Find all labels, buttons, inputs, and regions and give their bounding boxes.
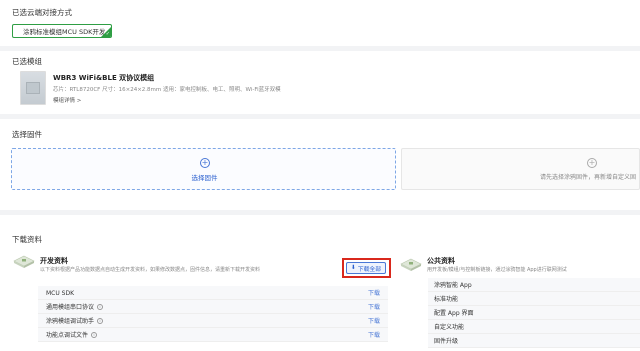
dev-docs-icon	[13, 255, 35, 268]
cloud-option-label: 涂鸦标准模组MCU SDK开发	[23, 28, 106, 36]
row-name: 功能点调试文件	[46, 332, 89, 339]
row-name: MCU SDK	[46, 289, 75, 297]
checkmark-icon: ✓	[105, 31, 110, 37]
public-docs-desc: 用开发板/模组/与控制板链接，通过涂鸦智能 App进行联网测试	[427, 267, 567, 273]
custom-firmware-hint: 请先选择涂鸦固件，再新增自定义固	[540, 174, 637, 181]
firmware-section-title: 选择固件	[12, 130, 42, 139]
public-row-app[interactable]: 涂鸦智能 App	[428, 278, 640, 292]
row-name: 涂鸦智能 App	[434, 282, 472, 289]
download-link[interactable]: 下载	[368, 302, 380, 311]
dev-row-debug-file: 功能点调试文件 i 下载	[38, 328, 388, 342]
row-name: 固件升级	[434, 338, 459, 345]
module-name: WBR3 WiFi&BLE 双协议模组	[53, 74, 155, 82]
plus-circle-icon: +	[200, 158, 210, 168]
public-row-firmware-upgrade[interactable]: 固件升级	[428, 334, 640, 348]
cloud-section-title: 已选云端对接方式	[12, 8, 72, 17]
row-name: 标准功能	[434, 296, 459, 303]
dev-row-serial-protocol: 通用模组串口协议 i 下载	[38, 300, 388, 314]
module-detail-link[interactable]: 模组详情 >	[53, 96, 81, 104]
public-row-custom-functions[interactable]: 自定义功能	[428, 320, 640, 334]
chip-icon	[26, 82, 40, 94]
dev-docs-title: 开发资料	[40, 257, 68, 265]
download-section-title: 下载资料	[12, 235, 42, 244]
download-link[interactable]: 下载	[368, 288, 380, 297]
row-name: 自定义功能	[434, 324, 465, 331]
public-docs-icon	[400, 258, 422, 271]
select-firmware-card[interactable]: + 选择固件	[11, 148, 396, 190]
plus-circle-icon: +	[587, 158, 597, 168]
highlight-annotation	[342, 258, 391, 278]
module-section-title: 已选模组	[12, 57, 42, 66]
section-divider	[0, 46, 640, 51]
row-name: 配置 App 界面	[434, 310, 474, 317]
module-image	[20, 71, 46, 105]
custom-firmware-card-disabled: + 请先选择涂鸦固件，再新增自定义固	[401, 148, 640, 190]
section-divider	[0, 210, 640, 215]
download-link[interactable]: 下载	[368, 316, 380, 325]
info-icon[interactable]: i	[91, 332, 98, 338]
info-icon[interactable]: i	[97, 304, 104, 310]
row-name: 通用模组串口协议	[46, 304, 95, 311]
public-row-app-ui[interactable]: 配置 App 界面	[428, 306, 640, 320]
dev-row-mcu-sdk: MCU SDK 下载	[38, 286, 388, 300]
dev-row-debug-assistant: 涂鸦模组调试助手 i 下载	[38, 314, 388, 328]
public-row-standard-functions[interactable]: 标准功能	[428, 292, 640, 306]
info-icon[interactable]: i	[97, 318, 104, 324]
download-link[interactable]: 下载	[368, 330, 380, 339]
cloud-option-selected[interactable]: 涂鸦标准模组MCU SDK开发 ✓	[12, 24, 112, 38]
section-divider	[0, 114, 640, 119]
row-name: 涂鸦模组调试助手	[46, 318, 95, 325]
public-docs-title: 公共资料	[427, 257, 455, 265]
module-specs: 芯片：RTL8720CF 尺寸：16×24×2.8mm 适用：家电控制板、电工、…	[53, 87, 281, 93]
dev-docs-desc: 以下资料根据产品功能数据点自动生成开发资料，如果修改数据点，固件信息，请重新下载…	[40, 267, 261, 273]
select-firmware-label: 选择固件	[191, 174, 218, 182]
